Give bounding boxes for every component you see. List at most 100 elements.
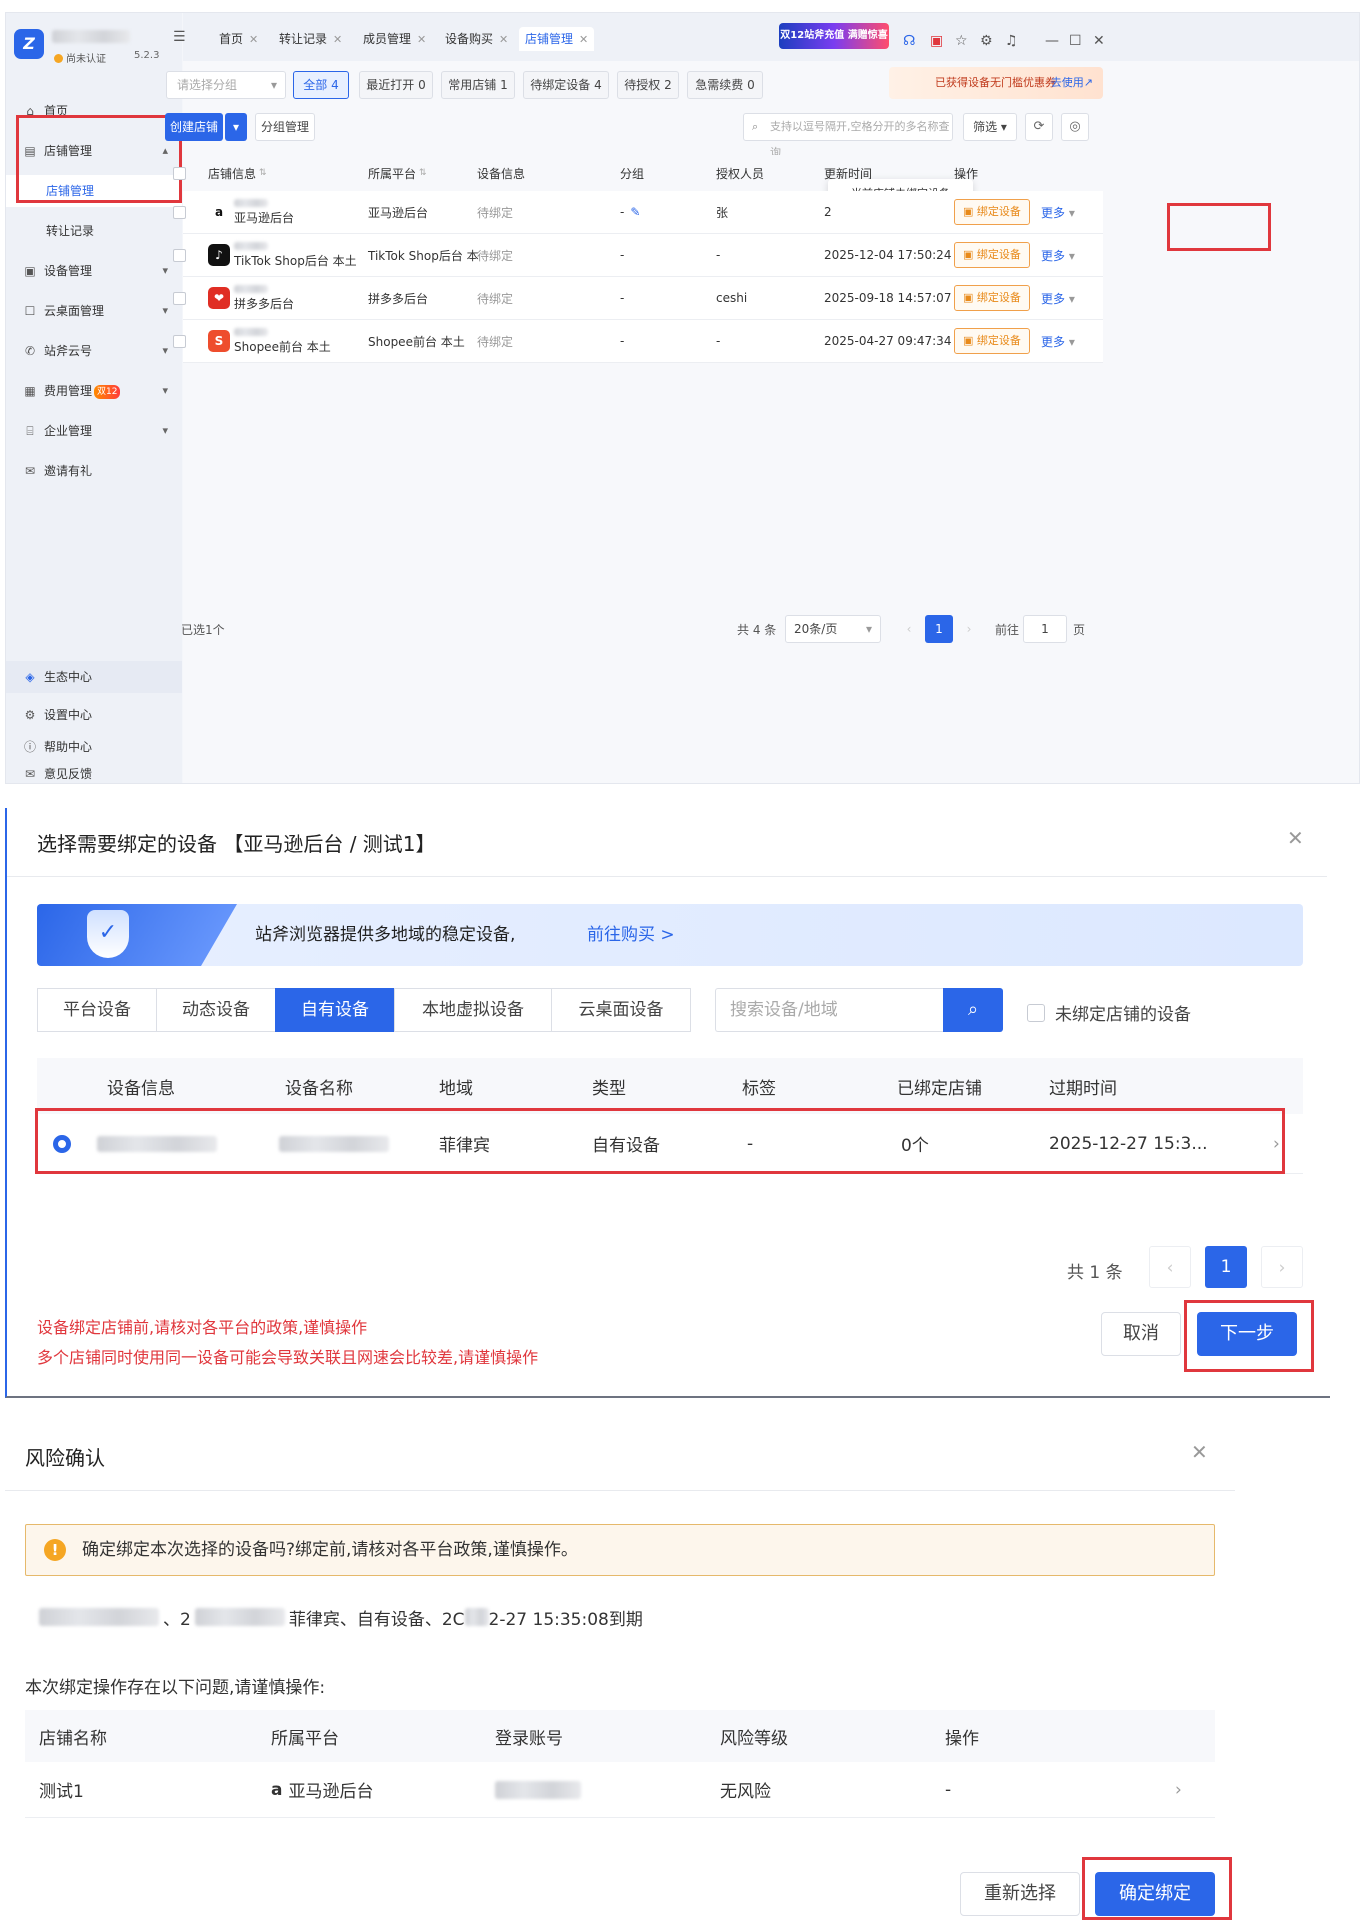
device-search-input[interactable]: 搜索设备/地域 (715, 988, 943, 1032)
bind-device-button[interactable]: ▣ 绑定设备 (954, 285, 1030, 311)
filter-pill-renewal[interactable]: 急需续费 0 (687, 71, 763, 99)
bind-device-button[interactable]: ▣ 绑定设备 (954, 328, 1030, 354)
filter-button[interactable]: 筛选 ▾ (963, 113, 1017, 141)
filter-pill-recent[interactable]: 最近打开 0 (359, 71, 433, 99)
sidebar-item-enterprise[interactable]: ⌸ 企业管理 ▾ (6, 415, 182, 447)
close-icon[interactable]: ✕ (579, 33, 588, 46)
gear-icon[interactable]: ⚙ (980, 33, 993, 49)
sidebar-item-feedback[interactable]: ✉ 意见反馈 (6, 763, 182, 783)
unbound-only-checkbox[interactable] (1027, 1003, 1045, 1022)
edit-icon[interactable]: ✎ (630, 205, 640, 219)
tab-transfer-records[interactable]: 转让记录 ✕ (273, 27, 348, 51)
next-page-button[interactable]: › (1261, 1246, 1303, 1288)
sidebar-subitem-store-manage[interactable]: 店铺管理 (6, 175, 182, 207)
header-store-info[interactable]: 店铺信息 ⇅ (208, 155, 267, 191)
select-all-checkbox[interactable] (173, 166, 186, 180)
cancel-button[interactable]: 取消 (1101, 1312, 1181, 1356)
minimize-icon[interactable]: — (1045, 33, 1059, 49)
filter-pill-favorite[interactable]: 常用店铺 1 (441, 71, 515, 99)
page-1-button[interactable]: 1 (1205, 1246, 1247, 1288)
sidebar-item-invite[interactable]: ✉ 邀请有礼 (6, 455, 182, 487)
group-select[interactable]: 请选择分组 ▾ (166, 71, 286, 99)
group-value[interactable]: - (620, 234, 624, 276)
sidebar-item-cloud-desktop[interactable]: ☐ 云桌面管理 ▾ (6, 295, 182, 327)
column-settings-button[interactable]: ◎ (1061, 113, 1089, 141)
tab-dynamic-device[interactable]: 动态设备 (156, 988, 276, 1032)
sidebar-item-help[interactable]: ⓘ 帮助中心 (6, 733, 182, 761)
group-value[interactable]: - (620, 277, 624, 319)
bind-device-button[interactable]: ▣ 绑定设备 (954, 199, 1030, 225)
page-size-select[interactable]: 20条/页 ▾ (785, 615, 881, 643)
group-value[interactable]: - (620, 320, 624, 362)
bind-device-button[interactable]: ▣ 绑定设备 (954, 242, 1030, 268)
sidebar-item-home[interactable]: ⌂ 首页 (6, 95, 182, 127)
maximize-icon[interactable]: ☐ (1069, 33, 1082, 49)
close-icon[interactable]: ✕ (333, 33, 342, 46)
filter-pill-pending-auth[interactable]: 待授权 2 (617, 71, 679, 99)
tab-store-manage[interactable]: 店铺管理 ✕ (519, 27, 595, 51)
tab-own-device[interactable]: 自有设备 (275, 988, 395, 1032)
store-search-input[interactable]: ⌕ 支持以逗号隔开,空格分开的多名称查询 (743, 113, 953, 159)
table-row[interactable]: ♪ TikTok Shop后台 本土 TikTok Shop后台 本待绑定 - - 202… (173, 234, 1103, 277)
sidebar-item-store-manage[interactable]: ▤ 店铺管理 ▴ (6, 135, 182, 167)
more-button[interactable]: 更多 ▾ (1041, 204, 1075, 221)
close-icon[interactable]: ✕ (1287, 826, 1304, 850)
device-row[interactable]: 菲律宾 自有设备 - 0个 2025-12-27 15:3... › (37, 1114, 1303, 1174)
row-checkbox[interactable] (173, 334, 186, 348)
sidebar-item-cloud-number[interactable]: ✆ 站斧云号 ▾ (6, 335, 182, 367)
row-checkbox[interactable] (173, 248, 186, 262)
close-icon[interactable]: ✕ (1191, 1440, 1208, 1464)
sidebar-item-device-manage[interactable]: ▣ 设备管理 ▾ (6, 255, 182, 287)
purchase-link[interactable]: 前往购买 > (587, 904, 675, 966)
close-icon[interactable]: ✕ (249, 33, 258, 46)
goto-page-input[interactable]: 1 (1023, 615, 1067, 643)
prev-page-button[interactable]: ‹ (895, 615, 923, 643)
sidebar-item-settings[interactable]: ⚙ 设置中心 (6, 701, 182, 729)
chevron-right-icon[interactable]: › (1273, 1114, 1280, 1173)
cert-status[interactable]: 尚未认证 (54, 50, 106, 65)
next-page-button[interactable]: › (955, 615, 983, 643)
row-checkbox[interactable] (173, 205, 186, 219)
tab-platform-device[interactable]: 平台设备 (37, 988, 157, 1032)
reselect-button[interactable]: 重新选择 (960, 1872, 1080, 1916)
sidebar-item-ecosystem[interactable]: ◈ 生态中心 (6, 661, 182, 693)
table-row[interactable]: S Shopee前台 本土 Shopee前台 本土 待绑定 - -2025-04-27 0… (173, 320, 1103, 363)
chevron-right-icon[interactable]: › (1175, 1762, 1182, 1817)
group-value[interactable]: - ✎ (620, 191, 640, 233)
tab-member-manage[interactable]: 成员管理 ✕ (357, 27, 432, 51)
unbound-only-filter[interactable]: 未绑定店铺的设备 (1027, 1000, 1191, 1025)
collapse-sidebar-icon[interactable]: ☰ (173, 29, 186, 45)
tab-local-virtual-device[interactable]: 本地虚拟设备 (394, 988, 552, 1032)
device-radio[interactable] (53, 1134, 71, 1153)
search-button[interactable]: ⌕ (943, 988, 1003, 1032)
filter-pill-all[interactable]: 全部 4 (293, 71, 349, 99)
coupon-banner[interactable]: 已获得设备无门槛优惠券 去使用↗ (889, 67, 1103, 99)
headset-icon[interactable]: ☊ (903, 33, 915, 49)
table-row[interactable]: ❤ 拼多多后台 拼多多后台 待绑定 - ceshi 2025-09-18 14:57:07 ▣… (173, 277, 1103, 320)
group-manage-button[interactable]: 分组管理 (255, 113, 315, 141)
more-button[interactable]: 更多 ▾ (1041, 290, 1075, 307)
star-icon[interactable]: ☆ (955, 33, 968, 49)
window-close-icon[interactable]: ✕ (1093, 33, 1105, 49)
header-platform[interactable]: 所属平台 ⇅ (368, 155, 427, 191)
tab-device-purchase[interactable]: 设备购买 ✕ (439, 27, 514, 51)
close-icon[interactable]: ✕ (417, 33, 426, 46)
tab-cloud-desktop-device[interactable]: 云桌面设备 (551, 988, 691, 1032)
sidebar-subitem-transfer-records[interactable]: 转让记录 (6, 215, 182, 247)
next-step-button[interactable]: 下一步 (1197, 1312, 1297, 1356)
filter-pill-pending-device[interactable]: 待绑定设备 4 (523, 71, 609, 99)
more-button[interactable]: 更多 ▾ (1041, 247, 1075, 264)
refresh-button[interactable]: ⟳ (1025, 113, 1053, 141)
risk-row[interactable]: 测试1 a 亚马逊后台 无风险 - › (25, 1762, 1215, 1818)
gift-icon[interactable]: ▣ (930, 33, 943, 49)
more-button[interactable]: 更多 ▾ (1041, 333, 1075, 350)
tab-home[interactable]: 首页 ✕ (213, 27, 264, 51)
promo-banner[interactable]: 双12站斧充值 满赠惊喜 (779, 23, 889, 49)
create-store-button[interactable]: 创建店铺 (165, 113, 223, 141)
confirm-bind-button[interactable]: 确定绑定 (1095, 1872, 1215, 1916)
sidebar-item-billing[interactable]: ▦ 费用管理 双12 ▾ (6, 375, 182, 407)
bell-icon[interactable]: ♫ (1005, 33, 1018, 49)
close-icon[interactable]: ✕ (499, 33, 508, 46)
page-1-button[interactable]: 1 (925, 615, 953, 643)
create-store-dropdown[interactable]: ▾ (225, 113, 247, 141)
